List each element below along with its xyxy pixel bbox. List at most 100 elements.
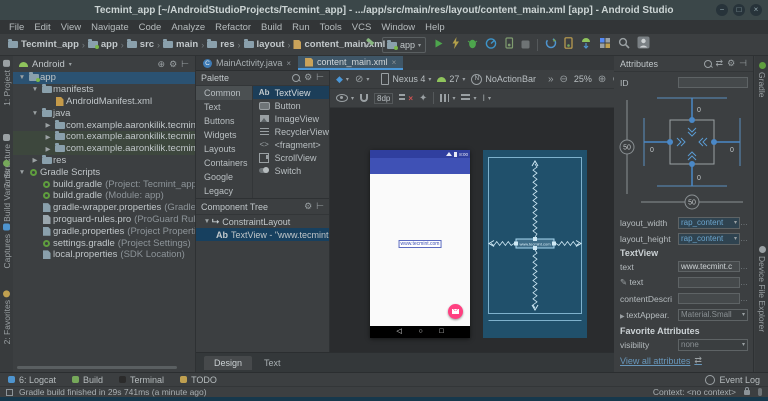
collapse-arrow-icon[interactable]: ▼ xyxy=(30,86,40,93)
id-input[interactable] xyxy=(678,77,748,88)
editor-tab-content_main-xml[interactable]: content_main.xml × xyxy=(298,56,404,70)
menu-code[interactable]: Code xyxy=(134,22,167,33)
palette-category-google[interactable]: Google xyxy=(196,170,252,184)
expand-arrow-icon[interactable]: ▶ xyxy=(43,145,53,153)
design-text-input[interactable] xyxy=(678,277,740,288)
sdk-manager-icon[interactable] xyxy=(580,36,592,54)
close-button[interactable]: × xyxy=(750,4,762,16)
tree-item[interactable]: ▶com.example.aaronkilik.tecmint_app (tes… xyxy=(13,142,195,155)
breadcrumb-item[interactable]: main xyxy=(163,39,198,50)
run-icon[interactable] xyxy=(433,36,444,54)
profile-icon[interactable] xyxy=(485,36,497,54)
hide-panel-icon[interactable]: ⊣ xyxy=(739,58,747,69)
palette-category-buttons[interactable]: Buttons xyxy=(196,114,252,128)
menu-view[interactable]: View xyxy=(56,22,86,33)
clear-constraints-button[interactable]: × xyxy=(399,94,413,103)
tool-strip-variants[interactable]: Build Variants xyxy=(2,160,12,222)
more-icon[interactable]: … xyxy=(740,294,748,303)
tree-item[interactable]: build.gradle (Project: Tecmint_app) xyxy=(13,178,195,190)
tool-strip-project[interactable]: 1: Project xyxy=(2,60,12,106)
breadcrumb-item[interactable]: Tecmint_app xyxy=(8,39,79,50)
tree-item[interactable]: proguard-rules.pro (ProGuard Rules for a… xyxy=(13,214,195,226)
content-description-input[interactable] xyxy=(678,293,740,304)
tool-strip-captures[interactable]: Captures xyxy=(2,224,12,269)
collapse-arrow-icon[interactable]: ▼ xyxy=(17,169,27,176)
sync-project-icon[interactable] xyxy=(545,36,557,54)
toolwindow-button-todo[interactable]: TODO xyxy=(180,375,217,385)
toolwindow-button-terminal[interactable]: Terminal xyxy=(119,375,164,385)
avd-manager-icon[interactable] xyxy=(564,36,573,54)
tool-strip-favorites[interactable]: 2: Favorites xyxy=(2,289,12,344)
zoom-out-button[interactable]: ⊖ xyxy=(560,74,568,85)
view-options-button[interactable]: ▾ xyxy=(336,94,354,102)
constraint-widget[interactable]: 50 50 0 0 0 0 xyxy=(617,90,751,210)
search-icon[interactable] xyxy=(703,59,712,68)
breadcrumb-item[interactable]: layout xyxy=(243,39,284,50)
layout-height-dropdown[interactable]: rap_content ▾ xyxy=(678,232,740,245)
tree-item[interactable]: ▼ Gradle Scripts xyxy=(13,166,195,178)
toolwindow-button-logcat[interactable]: 6: Logcat xyxy=(8,375,56,385)
expand-arrow-icon[interactable]: ▶ xyxy=(43,133,53,141)
collapse-arrow-icon[interactable]: ▼ xyxy=(202,218,212,225)
toolwindow-toggle-icon[interactable] xyxy=(6,388,13,396)
orientation-selector[interactable]: ⊘ ▾ xyxy=(355,74,369,85)
palette-item-imageview[interactable]: ImageView xyxy=(253,112,329,125)
palette-item-button[interactable]: Button xyxy=(253,99,329,112)
tree-item[interactable]: ▶ com.example.aaronkilik.tecmint_app xyxy=(13,119,195,131)
menu-run[interactable]: Run xyxy=(287,22,314,33)
run-configuration-selector[interactable]: app ▾ xyxy=(381,37,426,53)
collapse-arrow-icon[interactable]: ▼ xyxy=(30,110,40,117)
overflow-chevron-icon[interactable]: » xyxy=(548,74,554,85)
blueprint-view[interactable]: www.tecmint.com xyxy=(483,150,587,338)
project-view-selector[interactable]: Android xyxy=(32,59,65,70)
textview-widget[interactable]: www.tecmint.com xyxy=(398,239,442,248)
palette-category-layouts[interactable]: Layouts xyxy=(196,142,252,156)
maximize-button[interactable]: □ xyxy=(733,4,745,16)
more-icon[interactable]: … xyxy=(740,262,748,271)
swap-panel-icon[interactable]: ⇄ xyxy=(716,58,724,69)
align-selector[interactable]: ▾ xyxy=(461,94,476,102)
menu-window[interactable]: Window xyxy=(376,22,420,33)
menu-refactor[interactable]: Refactor xyxy=(210,22,256,33)
debug-icon[interactable] xyxy=(467,36,478,54)
palette-category-text[interactable]: Text xyxy=(196,100,252,114)
locate-icon[interactable]: ⊕ xyxy=(158,59,166,70)
menu-navigate[interactable]: Navigate xyxy=(86,22,134,33)
tool-strip-device-file-explorer[interactable]: Device File Explorer xyxy=(757,246,767,332)
guideline-selector[interactable]: I ▾ xyxy=(482,93,491,103)
palette-item-fragment[interactable]: <> <fragment> xyxy=(253,138,329,151)
autoconnect-magnet-icon[interactable] xyxy=(360,94,369,102)
layout-width-dropdown[interactable]: rap_content ▾ xyxy=(678,216,740,229)
tree-item[interactable]: gradle.properties (Project Properties) xyxy=(13,225,195,237)
tree-item[interactable]: ▶com.example.aaronkilik.tecmint_app (and… xyxy=(13,130,195,143)
default-margin-selector[interactable]: 8dp xyxy=(374,92,394,104)
project-structure-icon[interactable] xyxy=(599,36,611,54)
tool-strip-gradle[interactable]: Gradle xyxy=(757,62,767,98)
menu-vcs[interactable]: VCS xyxy=(347,22,377,33)
search-everywhere-icon[interactable] xyxy=(618,36,630,54)
memory-indicator[interactable] xyxy=(758,388,762,396)
component-tree-item[interactable]: AbTextView - "www.tecmint.com" xyxy=(196,228,329,241)
tree-item[interactable]: gradle-wrapper.properties (Gradle Versio… xyxy=(13,202,195,214)
fab-button[interactable] xyxy=(448,304,463,319)
minimize-panel-icon[interactable]: ⊢ xyxy=(316,201,324,212)
menu-tools[interactable]: Tools xyxy=(315,22,347,33)
tree-item[interactable]: ▼ app xyxy=(13,72,195,84)
lock-icon[interactable] xyxy=(744,386,750,395)
design-canvas[interactable]: 8:00 www.tecmint.com ◁ ○ □ www.tecmint.c… xyxy=(330,108,614,352)
editor-tab-MainActivity-java[interactable]: C MainActivity.java × xyxy=(196,56,298,70)
expand-arrow-icon[interactable]: ▶ xyxy=(43,121,53,129)
build-hammer-icon[interactable] xyxy=(363,36,375,54)
surface-mode-selector[interactable]: ◆ ▾ xyxy=(336,74,349,85)
api-selector[interactable]: 27 ▾ xyxy=(437,74,465,84)
avatar-icon[interactable] xyxy=(637,36,650,54)
apply-changes-icon[interactable] xyxy=(451,36,460,54)
text-input[interactable]: www.tecmint.c xyxy=(678,261,740,272)
palette-category-widgets[interactable]: Widgets xyxy=(196,128,252,142)
more-icon[interactable]: … xyxy=(740,234,748,243)
component-tree-item[interactable]: ▼ ⮡ ConstraintLayout xyxy=(196,215,329,228)
collapse-arrow-icon[interactable]: ▼ xyxy=(17,74,27,81)
close-icon[interactable]: × xyxy=(392,58,397,67)
breadcrumb-item[interactable]: src xyxy=(126,39,154,50)
horizontal-scrollbar[interactable] xyxy=(17,366,177,369)
